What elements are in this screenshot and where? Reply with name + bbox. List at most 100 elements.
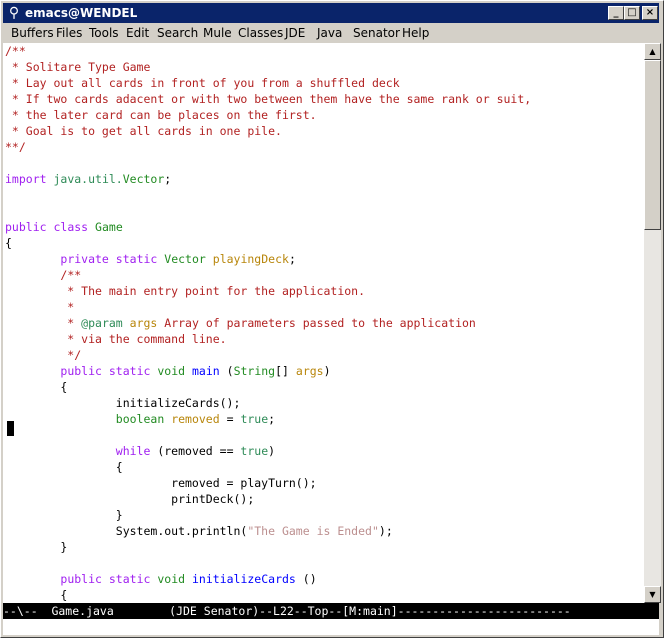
code-token: main [192,364,220,378]
minimize-button[interactable]: _ [608,6,624,20]
code-line: private static Vector playingDeck; [5,251,531,267]
code-line: public static void main (String[] args) [5,363,531,379]
code-token: "The Game is Ended" [247,524,379,538]
text-cursor [7,421,14,436]
code-token: Vector [122,172,165,186]
code-token: args [295,364,324,378]
menu-tools[interactable]: Tools [89,23,119,43]
code-token: { [5,380,68,394]
code-line: removed = playTurn(); [5,475,531,491]
code-token: [] [275,364,296,378]
maximize-button[interactable]: □ [624,6,640,20]
code-token: ; [164,172,172,186]
menu-search[interactable]: Search [157,23,198,43]
code-token: args [129,316,158,330]
code-token: () [295,572,317,586]
code-token: playingDeck [212,252,289,266]
code-token: * the later card can be places on the fi… [5,108,317,122]
menu-help[interactable]: Help [402,23,429,43]
code-token: Array of parameters passed to the applic… [157,316,476,330]
menu-buffers[interactable]: Buffers [11,23,54,43]
code-line: * Goal is to get all cards in one pile. [5,123,531,139]
scroll-down-button[interactable]: ▼ [644,586,661,603]
code-line: { [5,379,531,395]
code-line: * the later card can be places on the fi… [5,107,531,123]
code-token: removed = playTurn(); [5,476,317,490]
editor-buffer[interactable]: /** * Solitare Type Game * Lay out all c… [3,43,644,603]
title-bar[interactable]: ⚲ emacs@WENDEL _ □ × [3,3,659,23]
code-line: /** [5,267,531,283]
menu-mule[interactable]: Mule [203,23,232,43]
code-token: String [233,364,276,378]
code-token: * If two cards adacent or with two betwe… [5,92,532,106]
code-line: * Solitare Type Game [5,59,531,75]
code-line: import java.util.Vector; [5,171,531,187]
code-token: **/ [5,140,26,154]
code-token: true [240,412,269,426]
minibuffer[interactable] [3,619,659,635]
menu-senator[interactable]: Senator [353,23,400,43]
scroll-up-button[interactable]: ▲ [644,43,661,60]
code-line: * The main entry point for the applicati… [5,283,531,299]
code-token: java.util. [53,172,123,186]
code-token: @param [81,316,123,330]
code-token: private [60,252,109,266]
emacs-window: ⚲ emacs@WENDEL _ □ × Buffers Files Tools… [0,0,664,638]
code-line: * via the command line. [5,331,531,347]
code-line: * @param args Array of parameters passed… [5,315,531,331]
code-token: initializeCards(); [5,396,241,410]
code-token: void [157,364,186,378]
code-token: * via the command line. [5,332,227,346]
code-line: public static void initializeCards () [5,571,531,587]
vertical-scrollbar[interactable]: ▲ ▼ [644,43,661,603]
code-text: /** * Solitare Type Game * Lay out all c… [5,43,531,603]
code-line: * Lay out all cards in front of you from… [5,75,531,91]
code-token: * [5,300,75,314]
code-token: while [115,444,151,458]
code-token: ; [268,412,276,426]
code-token: void [157,572,186,586]
scrollbar-thumb[interactable] [644,60,661,230]
code-token: true [240,444,269,458]
menu-classes[interactable]: Classes [238,23,283,43]
menu-files[interactable]: Files [56,23,82,43]
code-token: { [5,236,12,250]
code-token: } [5,540,68,554]
code-token: public [5,220,47,234]
code-token: { [5,588,68,602]
code-token: * Lay out all cards in front of you from… [5,76,400,90]
code-token: static [108,364,151,378]
code-token: = [219,412,241,426]
code-token: * The main entry point for the applicati… [5,284,366,298]
code-line: while (removed == true) [5,443,531,459]
code-line: * [5,299,531,315]
menu-edit[interactable]: Edit [126,23,149,43]
code-token: ; [288,252,296,266]
code-token: static [115,252,158,266]
menu-jde[interactable]: JDE [285,23,305,43]
menu-java[interactable]: Java [317,23,342,43]
close-button[interactable]: × [642,6,658,20]
emacs-app-icon: ⚲ [8,5,20,21]
code-line: * If two cards adacent or with two betwe… [5,91,531,107]
code-token: public [60,364,102,378]
mode-line: --\-- Game.java (JDE Senator)--L22--Top-… [3,603,659,619]
code-token: initializeCards [192,572,296,586]
code-token: printDeck(); [5,492,255,506]
code-token: * Goal is to get all cards in one pile. [5,124,282,138]
